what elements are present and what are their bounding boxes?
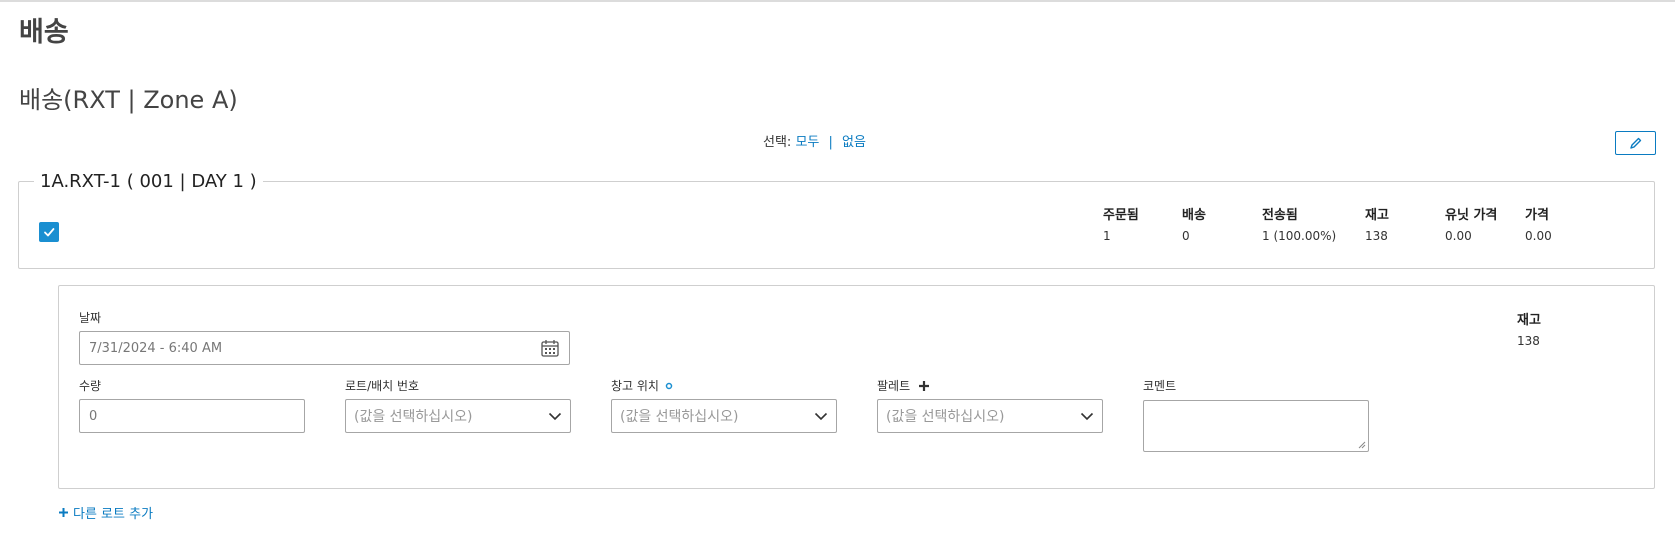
warehouse-label: 창고 위치	[611, 379, 659, 393]
select-all-link[interactable]: 모두	[795, 135, 819, 150]
select-none-link[interactable]: 없음	[842, 135, 866, 150]
comment-textarea[interactable]	[1143, 400, 1369, 452]
chevron-down-icon	[1080, 412, 1094, 421]
warehouse-label-group: 창고 위치	[611, 377, 674, 394]
page-title: 배송	[19, 17, 69, 48]
quantity-label: 수량	[79, 379, 102, 393]
selection-label: 선택:	[763, 135, 792, 150]
add-pallet-icon[interactable]	[918, 380, 930, 392]
calendar-icon[interactable]	[540, 338, 560, 358]
date-label: 날짜	[79, 311, 102, 325]
plus-icon	[59, 508, 68, 517]
stat-stock-value: 138	[1365, 229, 1388, 243]
top-divider	[0, 0, 1675, 2]
stat-ordered-label: 주문됨	[1103, 208, 1139, 223]
lot-number-select[interactable]: (값을 선택하십시오)	[345, 399, 571, 433]
item-legend: 1A.RXT-1 ( 001 | DAY 1 )	[34, 171, 263, 192]
selection-controls: 선택: 모두 | 없음	[763, 131, 866, 150]
stat-price-value: 0.00	[1525, 229, 1552, 243]
pencil-icon	[1629, 137, 1641, 149]
stat-shipped-label: 배송	[1182, 208, 1206, 223]
stat-sent-label: 전송됨	[1262, 208, 1298, 223]
date-field[interactable]: 7/31/2024 - 6:40 AM	[79, 331, 570, 365]
warehouse-placeholder: (값을 선택하십시오)	[620, 409, 739, 425]
lot-stock-value: 138	[1517, 334, 1540, 348]
lot-number-placeholder: (값을 선택하십시오)	[354, 409, 473, 425]
edit-button[interactable]	[1615, 131, 1656, 155]
item-checkbox[interactable]	[39, 222, 59, 242]
stat-stock-label: 재고	[1365, 208, 1389, 223]
add-lot-label: 다른 로트 추가	[73, 507, 154, 522]
pallet-placeholder: (값을 선택하십시오)	[886, 409, 1005, 425]
stat-unit-price-label: 유닛 가격	[1445, 208, 1498, 223]
quantity-field[interactable]: 0	[79, 399, 305, 433]
lot-stock-label: 재고	[1517, 313, 1541, 328]
resize-handle-icon[interactable]	[1357, 440, 1366, 449]
pallet-label: 팔레트	[877, 379, 911, 393]
lot-number-label: 로트/배치 번호	[345, 379, 420, 393]
required-indicator-icon	[665, 382, 673, 389]
lot-panel	[58, 285, 1655, 489]
selection-separator: |	[828, 135, 833, 150]
chevron-down-icon	[548, 412, 562, 421]
stat-ordered-value: 1	[1103, 229, 1111, 243]
checkmark-icon	[44, 228, 55, 237]
stat-sent-value: 1 (100.00%)	[1262, 229, 1337, 243]
pallet-label-group: 팔레트	[877, 377, 930, 394]
item-panel	[18, 181, 1655, 269]
section-title: 배송(RXT | Zone A)	[19, 86, 238, 114]
date-value: 7/31/2024 - 6:40 AM	[89, 340, 223, 356]
chevron-down-icon	[814, 412, 828, 421]
warehouse-select[interactable]: (값을 선택하십시오)	[611, 399, 837, 433]
stat-shipped-value: 0	[1182, 229, 1190, 243]
quantity-value: 0	[89, 408, 98, 424]
stat-price-label: 가격	[1525, 208, 1549, 223]
stat-unit-price-value: 0.00	[1445, 229, 1472, 243]
pallet-select[interactable]: (값을 선택하십시오)	[877, 399, 1103, 433]
add-lot-link[interactable]: 다른 로트 추가	[58, 503, 153, 522]
comment-label: 코멘트	[1143, 379, 1177, 393]
